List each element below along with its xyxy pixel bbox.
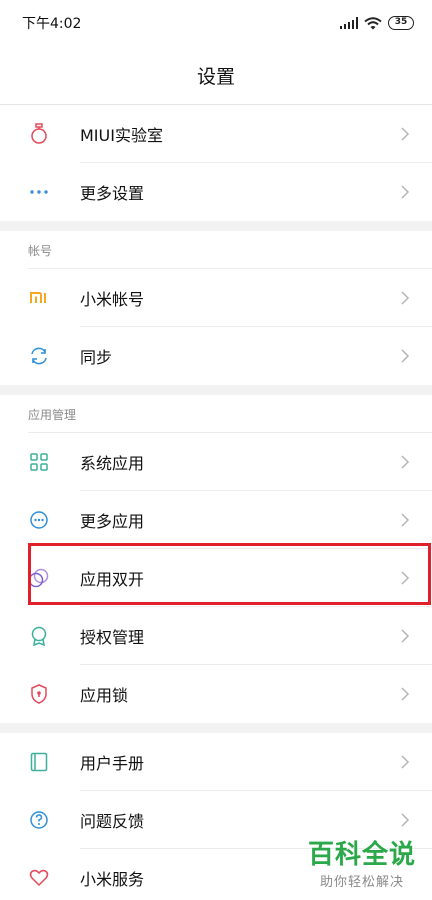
- watermark-title: 百科全说: [307, 840, 416, 870]
- sync-icon: [28, 345, 50, 367]
- chevron-right-icon: [401, 455, 410, 469]
- watermark-subtitle: 助你轻松解决: [319, 875, 404, 890]
- permission-badge-icon: [28, 625, 50, 647]
- status-time: 下午4:02: [22, 16, 82, 32]
- settings-item-permissions[interactable]: 授权管理: [0, 607, 432, 665]
- settings-item-more-apps[interactable]: 更多应用: [0, 491, 432, 549]
- settings-item-user-manual[interactable]: 用户手册: [0, 733, 432, 791]
- settings-item-system-apps[interactable]: 系统应用: [0, 433, 432, 491]
- settings-item-label: 小米帐号: [80, 290, 145, 309]
- settings-item-label: 问题反馈: [80, 812, 145, 831]
- settings-item-label: 小米服务: [80, 870, 145, 889]
- settings-item-label: 更多应用: [80, 512, 145, 531]
- battery-icon: 35: [388, 16, 414, 30]
- chevron-right-icon: [401, 349, 410, 363]
- section-gap: [0, 385, 432, 395]
- signal-icon: [339, 17, 358, 29]
- settings-item-label: 用户手册: [80, 754, 145, 773]
- settings-item-miui-lab[interactable]: MIUI实验室: [0, 105, 432, 163]
- chevron-right-icon: [401, 687, 410, 701]
- section-gap: [0, 221, 432, 231]
- more-apps-icon: [28, 509, 50, 531]
- manual-book-icon: [28, 751, 50, 773]
- settings-item-label: 应用锁: [80, 686, 129, 705]
- title-bar: 设置: [0, 46, 432, 104]
- lab-flask-icon: [28, 123, 50, 145]
- settings-item-label: 授权管理: [80, 628, 145, 647]
- feedback-question-icon: [28, 809, 50, 831]
- settings-item-label: MIUI实验室: [80, 126, 163, 145]
- watermark: 百科全说 助你轻松解决: [308, 834, 416, 890]
- heart-service-icon: [28, 867, 50, 889]
- status-icons: 35: [339, 16, 414, 30]
- chevron-right-icon: [401, 127, 410, 141]
- settings-item-dual-apps[interactable]: 应用双开: [0, 549, 432, 607]
- chevron-right-icon: [401, 571, 410, 585]
- settings-item-label: 更多设置: [80, 184, 145, 203]
- page-title: 设置: [196, 65, 235, 88]
- dual-apps-icon: [28, 567, 50, 589]
- chevron-right-icon: [401, 813, 410, 827]
- chevron-right-icon: [401, 291, 410, 305]
- chevron-right-icon: [401, 185, 410, 199]
- settings-item-label: 应用双开: [80, 570, 145, 589]
- section-header-account: 帐号: [0, 231, 432, 269]
- chevron-right-icon: [401, 513, 410, 527]
- mi-logo-icon: [28, 287, 50, 309]
- settings-item-sync[interactable]: 同步: [0, 327, 432, 385]
- wifi-icon: [364, 16, 382, 30]
- settings-list: MIUI实验室 更多设置 帐号 小米帐号 同步 应用管理 系统应用 更多应用 应…: [0, 104, 432, 900]
- settings-screen: 下午4:02 35 设置 MIUI实验室 更多设置 帐号 小米帐号 同步 应用管…: [0, 0, 432, 900]
- settings-item-app-lock[interactable]: 应用锁: [0, 665, 432, 723]
- section-gap: [0, 723, 432, 733]
- app-lock-shield-icon: [28, 683, 50, 705]
- settings-item-mi-account[interactable]: 小米帐号: [0, 269, 432, 327]
- section-header-label: 帐号: [28, 244, 53, 258]
- settings-item-label: 同步: [80, 348, 113, 367]
- settings-item-more-settings[interactable]: 更多设置: [0, 163, 432, 221]
- chevron-right-icon: [401, 755, 410, 769]
- more-dots-icon: [28, 181, 50, 203]
- status-bar: 下午4:02 35: [0, 0, 432, 46]
- chevron-right-icon: [401, 629, 410, 643]
- grid-apps-icon: [28, 451, 50, 473]
- section-header-app-management: 应用管理: [0, 395, 432, 433]
- settings-item-label: 系统应用: [80, 454, 145, 473]
- section-header-label: 应用管理: [28, 408, 77, 422]
